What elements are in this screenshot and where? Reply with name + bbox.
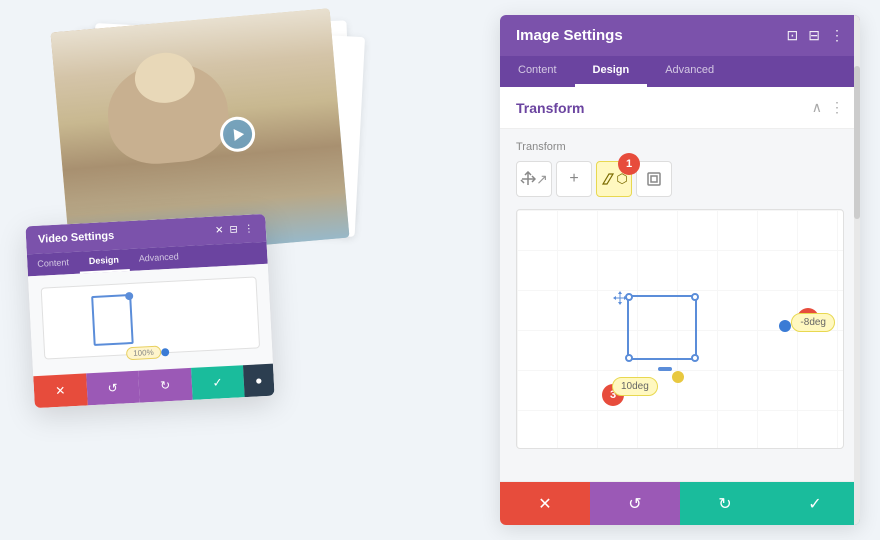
- vs-header-icons: ✕ ⊟ ⋮: [215, 223, 254, 236]
- vs-title: Video Settings: [38, 230, 115, 246]
- footer-undo-btn[interactable]: ↺: [590, 482, 680, 525]
- tab-design[interactable]: Design: [575, 56, 648, 87]
- transform-canvas: 2 -8deg 3 10deg: [516, 209, 844, 449]
- vs-content: 100%: [28, 264, 273, 376]
- move-handle[interactable]: [610, 288, 630, 308]
- panel-tabs: Content Design Advanced: [500, 56, 860, 87]
- scrollbar-thumb[interactable]: [854, 87, 860, 219]
- rotation-label-bottom: 10deg: [612, 377, 658, 396]
- vs-extra-btn[interactable]: ●: [243, 364, 275, 398]
- skew-tool-wrap: ⬡ 1: [596, 161, 632, 197]
- panel-footer: ✕ ↺ ↻ ✓: [500, 481, 860, 525]
- panel-header-icons: ⊡ ⊟ ⋮: [787, 27, 844, 44]
- header-more-icon[interactable]: ⋮: [830, 27, 844, 44]
- handle-br[interactable]: [691, 354, 699, 362]
- header-minimize-icon[interactable]: ⊟: [808, 27, 820, 44]
- panel-header: Image Settings ⊡ ⊟ ⋮: [500, 15, 860, 56]
- section-title: Transform: [516, 100, 584, 116]
- vs-tab-design[interactable]: Design: [78, 249, 129, 274]
- section-more-icon[interactable]: ⋮: [830, 99, 844, 116]
- section-header: Transform ∧ ⋮: [500, 87, 860, 129]
- video-settings-panel: Video Settings ✕ ⊟ ⋮ Content Design Adva…: [25, 214, 274, 408]
- vs-undo-btn[interactable]: ↺: [86, 371, 140, 406]
- handle-bl[interactable]: [625, 354, 633, 362]
- header-screen-icon[interactable]: ⊡: [787, 27, 799, 44]
- panel-title: Image Settings: [516, 27, 623, 44]
- tab-advanced[interactable]: Advanced: [647, 56, 732, 87]
- image-settings-panel: Image Settings ⊡ ⊟ ⋮ Content Design Adva…: [500, 15, 860, 525]
- left-panel: Video Settings ✕ ⊟ ⋮ Content Design Adva…: [30, 20, 410, 480]
- canvas-square[interactable]: [627, 295, 697, 360]
- badge-1: 1: [618, 153, 640, 175]
- move-tool-btn[interactable]: ↗: [516, 161, 552, 197]
- vs-transform-box: [91, 294, 134, 346]
- scrollbar[interactable]: [854, 87, 860, 481]
- vs-more-icon[interactable]: ⋮: [244, 223, 255, 235]
- footer-redo-btn[interactable]: ↻: [680, 482, 770, 525]
- vs-redo-btn[interactable]: ↻: [138, 368, 192, 403]
- footer-save-btn[interactable]: ✓: [770, 482, 860, 525]
- transform-label: Transform: [516, 141, 844, 153]
- transform-tools: ↗ + ⬡ 1: [516, 161, 844, 197]
- vs-close-icon[interactable]: ✕: [215, 225, 224, 236]
- transform-section: Transform ↗ +: [500, 129, 860, 461]
- rotation-dot-right[interactable]: [779, 320, 791, 332]
- vs-percent-label: 100%: [126, 346, 161, 361]
- scale-tool-btn[interactable]: +: [556, 161, 592, 197]
- vs-cancel-btn[interactable]: ✕: [33, 373, 87, 408]
- footer-cancel-btn[interactable]: ✕: [500, 482, 590, 525]
- tab-content[interactable]: Content: [500, 56, 575, 87]
- section-collapse-icon[interactable]: ∧: [812, 99, 822, 116]
- vs-tab-content[interactable]: Content: [27, 252, 80, 277]
- resize-tool-btn[interactable]: [636, 161, 672, 197]
- panel-body: Transform ∧ ⋮ Transform: [500, 87, 860, 481]
- vs-transform-area: 100%: [41, 276, 260, 359]
- vs-rotation-dot: [160, 348, 168, 356]
- section-header-controls: ∧ ⋮: [812, 99, 844, 116]
- vs-tab-advanced[interactable]: Advanced: [128, 246, 189, 271]
- rotation-label-right: -8deg: [791, 313, 835, 332]
- rotation-dot-bottom[interactable]: [672, 371, 684, 383]
- vs-minimize-icon[interactable]: ⊟: [229, 224, 238, 235]
- handle-tr[interactable]: [691, 293, 699, 301]
- vs-save-btn[interactable]: ✓: [191, 365, 245, 400]
